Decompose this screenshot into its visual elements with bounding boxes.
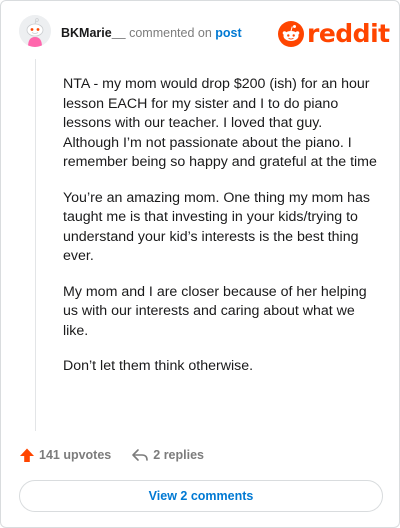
reddit-snoo-logo-icon	[278, 21, 304, 47]
comment-paragraph: Don’t let them think otherwise.	[63, 358, 254, 374]
username-link[interactable]: BKMarie__	[61, 26, 126, 40]
comment-body: NTA - my mom would drop $200 (ish) for a…	[63, 75, 381, 393]
comment-paragraph: My mom and I are closer because of her h…	[63, 283, 367, 339]
comment-header: BKMarie__ commented on post	[61, 26, 242, 40]
comment-paragraph: You’re an amazing mom. One thing my mom …	[63, 189, 371, 265]
thread-line[interactable]	[35, 59, 36, 431]
post-link[interactable]: post	[215, 26, 241, 40]
view-comments-button[interactable]: View 2 comments	[19, 480, 383, 512]
upvote-button[interactable]: 141 upvotes	[19, 447, 111, 463]
commented-on-label: commented on	[129, 26, 212, 40]
snoo-avatar-icon	[19, 15, 51, 47]
reddit-wordmark: reddit	[307, 19, 390, 48]
reddit-logo[interactable]: reddit	[278, 19, 390, 49]
upvote-count: 141 upvotes	[39, 448, 112, 462]
reply-count: 2 replies	[153, 448, 204, 462]
reply-arrow-icon	[132, 449, 149, 461]
user-avatar[interactable]	[19, 15, 51, 47]
comment-paragraph: NTA - my mom would drop $200 (ish) for a…	[63, 76, 377, 170]
upvote-arrow-icon	[20, 448, 34, 462]
comment-actions: 141 upvotes 2 replies	[19, 447, 204, 463]
comment-card: BKMarie__ commented on post reddit NTA -…	[0, 0, 400, 528]
replies-button[interactable]: 2 replies	[131, 448, 204, 462]
